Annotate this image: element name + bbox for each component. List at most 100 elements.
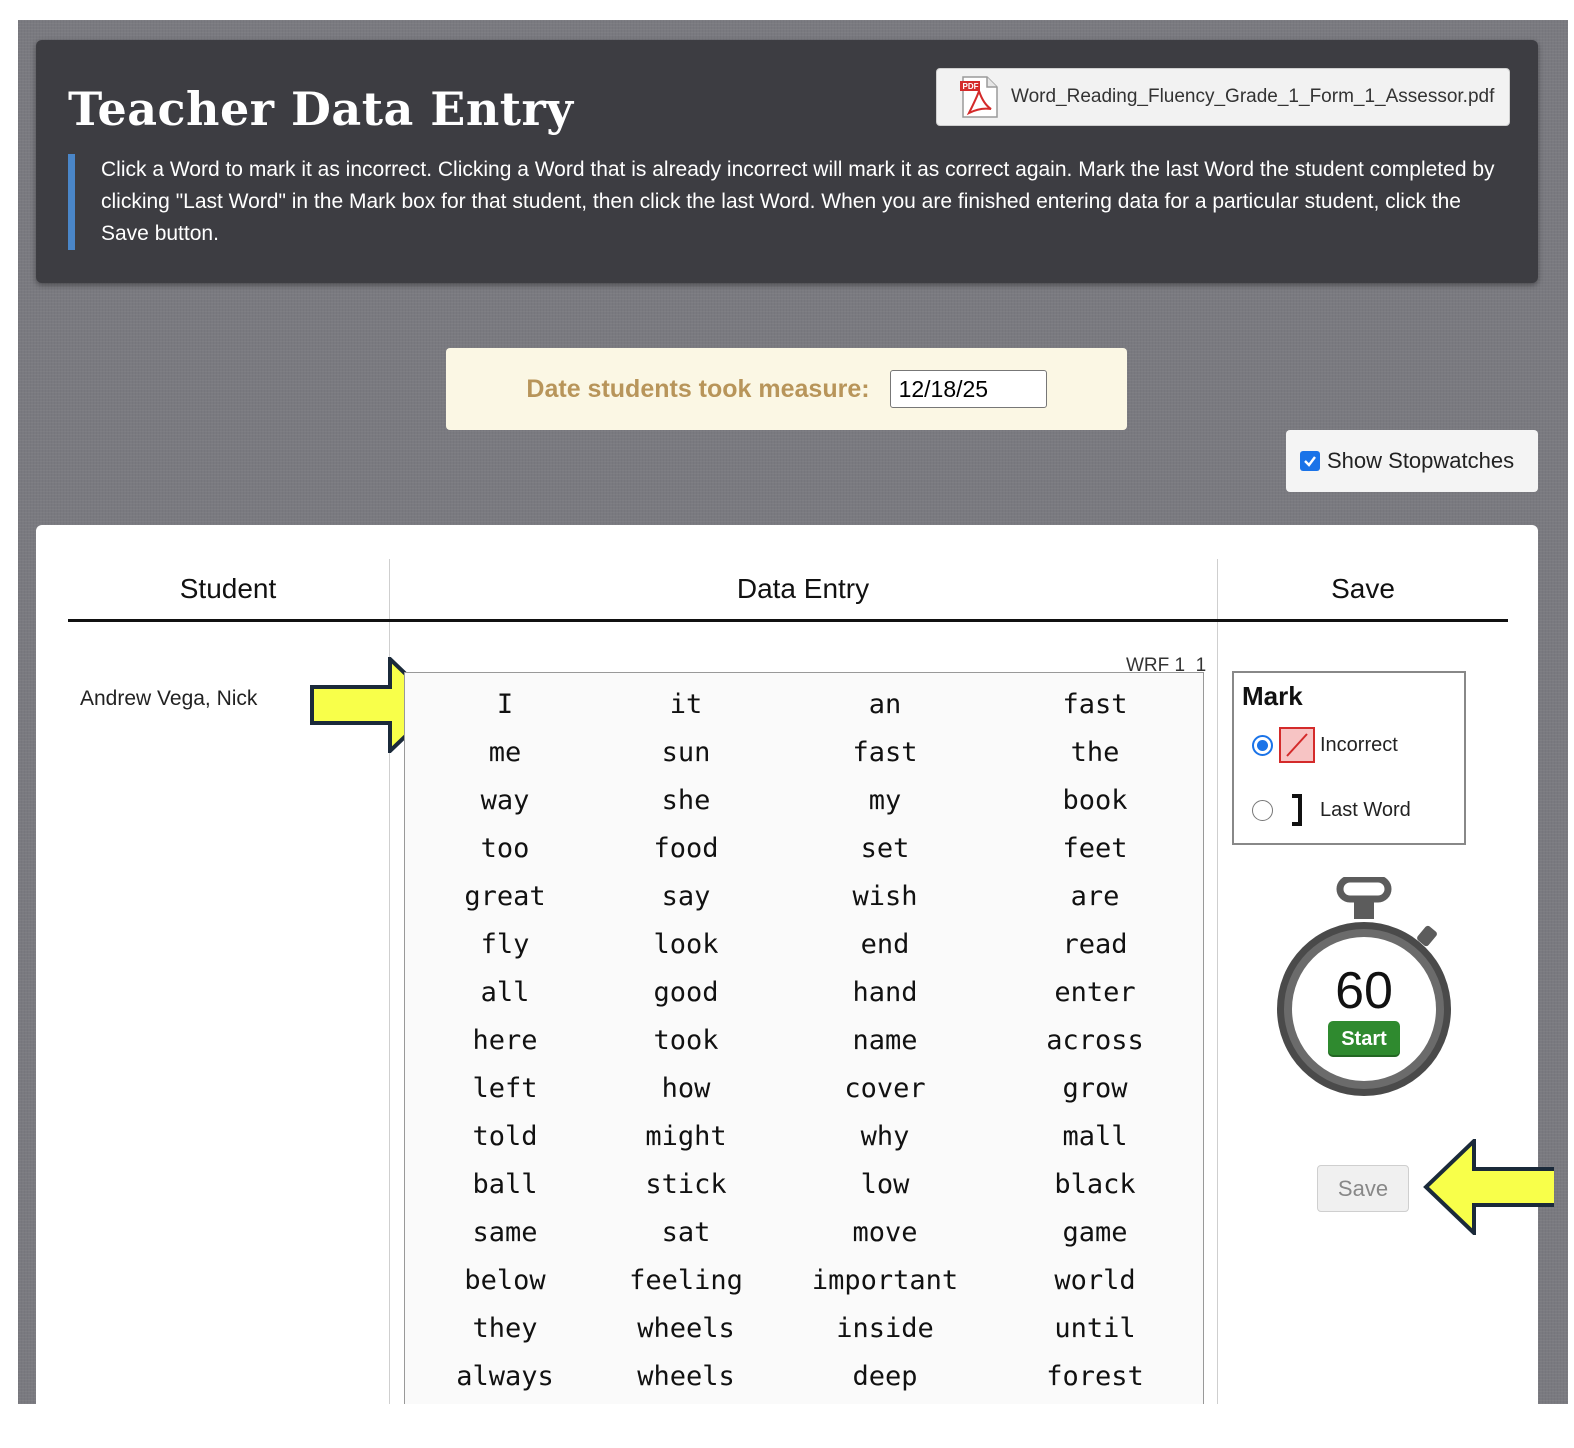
save-button[interactable]: Save: [1317, 1165, 1409, 1212]
pdf-file-icon: PDF: [960, 76, 998, 118]
word-cell[interactable]: inside: [795, 1305, 975, 1353]
word-cell[interactable]: feet: [1005, 825, 1185, 873]
word-row: fly look end read: [405, 921, 1205, 969]
word-cell[interactable]: world: [1005, 1257, 1185, 1305]
word-cell[interactable]: wheels: [596, 1353, 776, 1401]
word-cell[interactable]: read: [1005, 921, 1185, 969]
word-cell[interactable]: mall: [1005, 1113, 1185, 1161]
word-cell[interactable]: she: [596, 777, 776, 825]
word-cell[interactable]: name: [795, 1017, 975, 1065]
word-row: too food set feet: [405, 825, 1205, 873]
word-cell[interactable]: important: [795, 1257, 975, 1305]
word-cell[interactable]: told: [415, 1113, 595, 1161]
word-cell[interactable]: until: [1005, 1305, 1185, 1353]
word-cell[interactable]: how: [596, 1065, 776, 1113]
word-cell[interactable]: grow: [1005, 1065, 1185, 1113]
mark-title: Mark: [1242, 681, 1303, 711]
word-row: they wheels inside until: [405, 1305, 1205, 1353]
word-cell[interactable]: great: [415, 873, 595, 921]
word-row: told might why mall: [405, 1113, 1205, 1161]
student-column-header: Student: [179, 573, 277, 604]
word-cell[interactable]: here: [415, 1017, 595, 1065]
data-entry-panel: Student Data Entry Save Andrew Vega, Nic…: [36, 525, 1554, 1404]
word-cell[interactable]: are: [1005, 873, 1185, 921]
word-cell[interactable]: move: [795, 1209, 975, 1257]
header-rule: [68, 619, 1508, 622]
show-stopwatches-label: Show Stopwatches: [1327, 448, 1515, 473]
word-cell[interactable]: stick: [596, 1161, 776, 1209]
word-cell[interactable]: my: [795, 777, 975, 825]
mark-option-last-word[interactable]: Last Word: [1252, 792, 1411, 828]
word-cell[interactable]: across: [1005, 1017, 1185, 1065]
word-row: ball stick low black: [405, 1161, 1205, 1209]
stopwatch-start-button[interactable]: Start: [1328, 1021, 1400, 1057]
word-cell[interactable]: why: [795, 1113, 975, 1161]
date-input[interactable]: [889, 370, 1047, 408]
incorrect-radio[interactable]: [1252, 734, 1273, 756]
word-row: Iit an fast: [405, 681, 1205, 729]
show-stopwatches-toggle[interactable]: Show Stopwatches: [1286, 430, 1538, 492]
word-cell[interactable]: food: [596, 825, 776, 873]
word-cell[interactable]: fly: [415, 921, 595, 969]
word-cell[interactable]: black: [1005, 1161, 1185, 1209]
word-cell[interactable]: low: [795, 1161, 975, 1209]
word-cell[interactable]: game: [1005, 1209, 1185, 1257]
yellow-arrow-left-icon: [1423, 1139, 1554, 1235]
word-cell[interactable]: set: [795, 825, 975, 873]
pdf-file-label: Word_Reading_Fluency_Grade_1_Form_1_Asse…: [1011, 86, 1495, 107]
word-cell[interactable]: fast: [1005, 681, 1185, 729]
last-word-radio[interactable]: [1252, 799, 1273, 821]
word-cell[interactable]: I: [415, 681, 595, 729]
word-cell[interactable]: the: [1005, 729, 1185, 777]
word-cell[interactable]: sat: [596, 1209, 776, 1257]
word-row: always wheels deep forest: [405, 1353, 1205, 1401]
word-cell[interactable]: good: [596, 969, 776, 1017]
word-cell[interactable]: all: [415, 969, 595, 1017]
word-cell[interactable]: too: [415, 825, 595, 873]
word-cell[interactable]: wish: [795, 873, 975, 921]
word-cell[interactable]: enter: [1005, 969, 1185, 1017]
word-cell[interactable]: cover: [795, 1065, 975, 1113]
word-cell[interactable]: sun: [596, 729, 776, 777]
word-cell[interactable]: deep: [795, 1353, 975, 1401]
word-cell[interactable]: below: [415, 1257, 595, 1305]
word-row: same sat move game: [405, 1209, 1205, 1257]
last-word-bracket-icon: [1292, 794, 1302, 826]
header-panel: Teacher Data Entry PDF Word_Reading_Flue…: [36, 40, 1538, 283]
student-name: Andrew Vega, Nick: [80, 687, 258, 710]
word-cell[interactable]: an: [795, 681, 975, 729]
word-cell[interactable]: hand: [795, 969, 975, 1017]
last-word-label: Last Word: [1320, 798, 1411, 821]
word-grid: Iit an fast me sun fast the way she my book too food…: [404, 672, 1204, 1404]
word-cell[interactable]: ball: [415, 1161, 595, 1209]
stopwatch-seconds: 60: [1335, 962, 1393, 1020]
show-stopwatches-checkbox[interactable]: [1300, 451, 1320, 471]
word-row: great say wish are: [405, 873, 1205, 921]
word-cell[interactable]: book: [1005, 777, 1185, 825]
word-cell[interactable]: left: [415, 1065, 595, 1113]
word-cell[interactable]: me: [415, 729, 595, 777]
word-cell[interactable]: always: [415, 1353, 595, 1401]
word-cell[interactable]: wheels: [596, 1305, 776, 1353]
word-cell[interactable]: might: [596, 1113, 776, 1161]
word-cell[interactable]: it: [596, 681, 776, 729]
pdf-download-button[interactable]: PDF Word_Reading_Fluency_Grade_1_Form_1_…: [936, 68, 1510, 126]
incorrect-label: Incorrect: [1320, 733, 1398, 756]
word-cell[interactable]: they: [415, 1305, 595, 1353]
word-cell[interactable]: took: [596, 1017, 776, 1065]
word-cell[interactable]: fast: [795, 729, 975, 777]
word-row: way she my book: [405, 777, 1205, 825]
word-cell[interactable]: look: [596, 921, 776, 969]
word-cell[interactable]: forest: [1005, 1353, 1185, 1401]
radio-selected-dot: [1257, 739, 1268, 751]
word-row: here took name across: [405, 1017, 1205, 1065]
word-cell[interactable]: way: [415, 777, 595, 825]
word-cell[interactable]: say: [596, 873, 776, 921]
svg-text:PDF: PDF: [963, 82, 979, 91]
incorrect-slash-icon: [1279, 727, 1315, 763]
word-cell[interactable]: feeling: [596, 1257, 776, 1305]
mark-option-incorrect[interactable]: Incorrect: [1252, 727, 1398, 763]
word-cell[interactable]: end: [795, 921, 975, 969]
page-background: Teacher Data Entry PDF Word_Reading_Flue…: [18, 20, 1568, 1404]
word-cell[interactable]: same: [415, 1209, 595, 1257]
